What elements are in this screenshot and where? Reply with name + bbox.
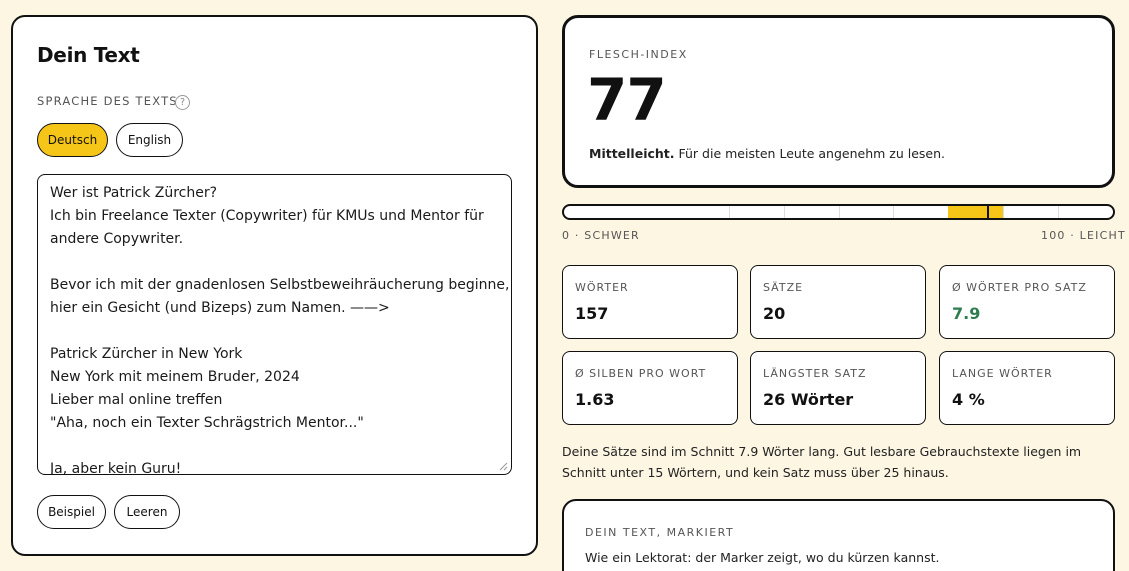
scale-marker [987,206,989,218]
text-input-panel: Dein Text SPRACHE DES TEXTS ? Deutsch En… [11,15,538,556]
stat-label: Ø WÖRTER PRO SATZ [952,281,1087,294]
text-line [50,435,499,458]
text-line: New York mit meinem Bruder, 2024 [50,369,300,385]
stat-label: SÄTZE [763,281,804,294]
verdict-level: Mittelleicht. [589,146,675,161]
marked-subtitle: Wie ein Lektorat: der Marker zeigt, wo d… [585,550,940,565]
text-line [50,320,499,343]
scale-tick [729,206,730,218]
stat-sentences: SÄTZE 20 [750,265,926,339]
scale-tick [839,206,840,218]
readability-scale [562,204,1115,220]
text-line: hier ein Gesicht (und Bizeps) zum Namen.… [50,300,390,316]
example-button[interactable]: Beispiel [37,495,106,529]
scale-tick [784,206,785,218]
panel-title: Dein Text [37,43,140,67]
text-line: Ja, aber kein Guru! [50,461,182,475]
stat-value: 7.9 [952,304,981,323]
text-editor[interactable]: Wer ist Patrick Zürcher? Ich bin Freelan… [37,174,512,475]
scale-tick [893,206,894,218]
verdict-description: Für die meisten Leute angenehm zu lesen. [674,146,946,161]
help-icon[interactable]: ? [175,95,190,110]
summary-note: Deine Sätze sind im Schnitt 7.9 Wörter l… [562,444,1082,480]
flesch-label: FLESCH-INDEX [589,48,688,61]
stat-longest-sentence: LÄNGSTER SATZ 26 Wörter [750,351,926,425]
stat-value: 20 [763,304,786,323]
text-line [50,251,499,274]
scale-tick [1058,206,1059,218]
marked-text-card: DEIN TEXT, MARKIERT Wie ein Lektorat: de… [562,499,1115,571]
stat-value: 26 Wörter [763,390,854,409]
marked-label: DEIN TEXT, MARKIERT [585,526,735,539]
text-line: Lieber mal online treffen [50,392,223,408]
scale-band [948,206,1003,218]
stat-words: WÖRTER 157 [562,265,738,339]
text-line: Patrick Zürcher in New York [50,346,243,362]
flesch-index-card: FLESCH-INDEX 77 Mittelleicht. Für die me… [562,15,1115,188]
stat-value: 1.63 [575,390,615,409]
scale-tick [1003,206,1004,218]
stat-label: WÖRTER [575,281,629,294]
text-line: andere Copywriter. [50,231,184,247]
scale-min-label: 0 · SCHWER [562,229,640,242]
language-deutsch-button[interactable]: Deutsch [37,123,108,157]
flesch-score: 77 [587,66,667,134]
stat-value: 157 [575,304,609,323]
language-label: SPRACHE DES TEXTS [37,94,178,108]
stat-long-words: LANGE WÖRTER 4 % [939,351,1115,425]
stat-label: LÄNGSTER SATZ [763,367,867,380]
resize-handle-icon[interactable] [498,461,508,471]
stat-label: Ø SILBEN PRO WORT [575,367,707,380]
text-line: "Aha, noch ein Texter Schrägstrich Mento… [50,415,364,431]
clear-button[interactable]: Leeren [114,495,180,529]
stat-value: 4 % [952,390,985,409]
scale-max-label: 100 · LEICHT [1041,229,1126,242]
text-line: Wer ist Patrick Zürcher? [50,185,218,201]
flesch-verdict: Mittelleicht. Für die meisten Leute ange… [589,146,945,161]
text-line: Ich bin Freelance Texter (Copywriter) fü… [50,208,484,224]
stat-label: LANGE WÖRTER [952,367,1053,380]
stat-syllables-per-word: Ø SILBEN PRO WORT 1.63 [562,351,738,425]
stat-words-per-sentence: Ø WÖRTER PRO SATZ 7.9 [939,265,1115,339]
language-english-button[interactable]: English [116,123,183,157]
text-line: Bevor ich mit der gnadenlosen Selbstbewe… [50,277,510,293]
